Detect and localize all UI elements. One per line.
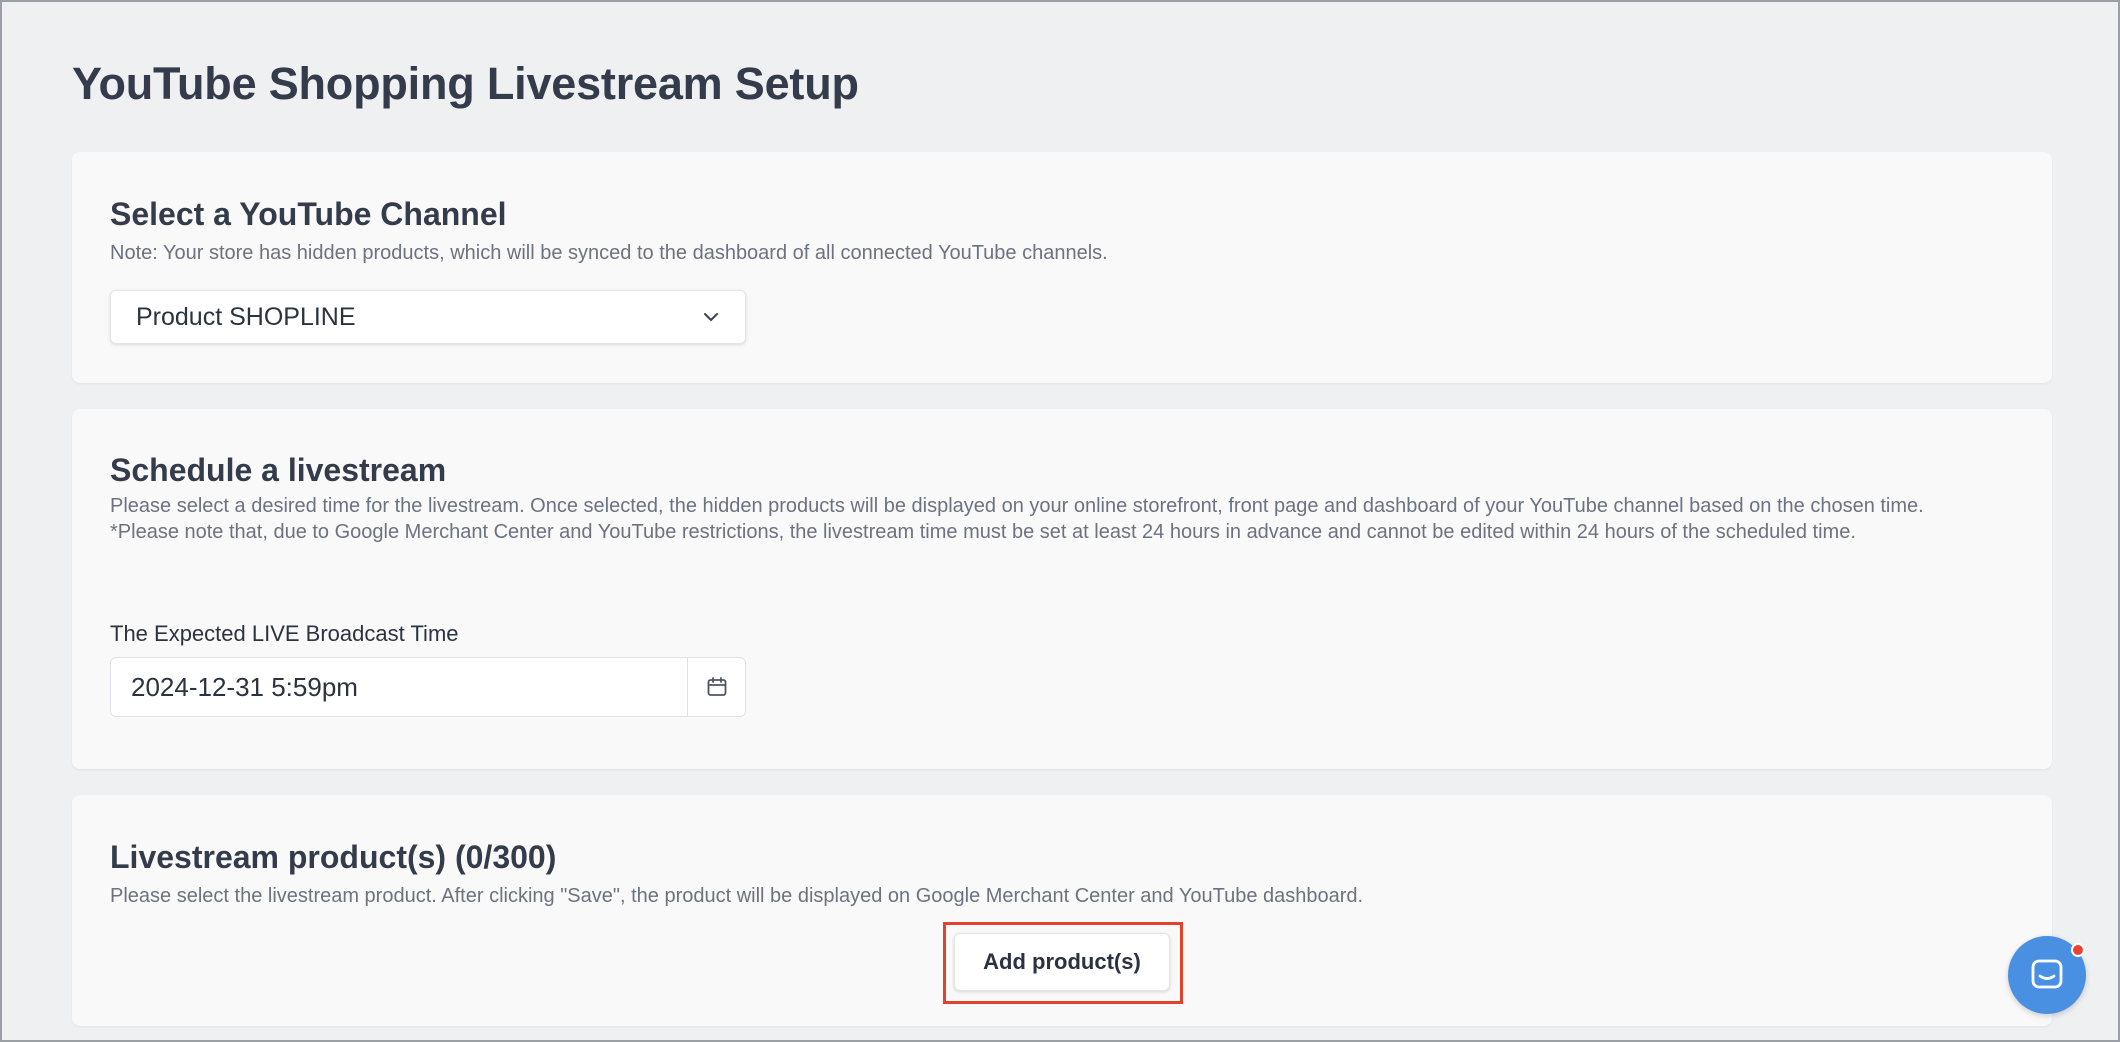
products-card: Livestream product(s) (0/300) Please sel… bbox=[72, 795, 2052, 1026]
add-product-button[interactable]: Add product(s) bbox=[954, 933, 1170, 991]
schedule-description: Please select a desired time for the liv… bbox=[110, 495, 1924, 517]
app-window: YouTube Shopping Livestream Setup Select… bbox=[0, 0, 2120, 1042]
broadcast-time-label: The Expected LIVE Broadcast Time bbox=[110, 621, 459, 646]
broadcast-time-field bbox=[110, 657, 746, 717]
schedule-card: Schedule a livestream Please select a de… bbox=[72, 409, 2052, 769]
broadcast-time-input[interactable] bbox=[111, 658, 687, 716]
channel-heading: Select a YouTube Channel bbox=[110, 196, 507, 232]
page-title: YouTube Shopping Livestream Setup bbox=[72, 58, 859, 109]
products-heading: Livestream product(s) (0/300) bbox=[110, 839, 557, 875]
channel-card: Select a YouTube Channel Note: Your stor… bbox=[72, 152, 2052, 383]
schedule-heading: Schedule a livestream bbox=[110, 452, 447, 488]
schedule-restriction: *Please note that, due to Google Merchan… bbox=[110, 521, 1856, 543]
channel-select[interactable]: Product SHOPLINE bbox=[110, 290, 746, 344]
channel-note: Note: Your store has hidden products, wh… bbox=[110, 242, 1108, 264]
chat-icon bbox=[2031, 959, 2063, 989]
calendar-icon bbox=[707, 677, 726, 696]
notification-badge bbox=[2071, 943, 2085, 957]
calendar-button[interactable] bbox=[687, 658, 745, 716]
schedule-description-block: Please select a desired time for the liv… bbox=[110, 493, 2014, 545]
chevron-down-icon bbox=[704, 313, 718, 321]
products-description: Please select the livestream product. Af… bbox=[110, 885, 1364, 907]
channel-select-value: Product SHOPLINE bbox=[136, 302, 356, 331]
